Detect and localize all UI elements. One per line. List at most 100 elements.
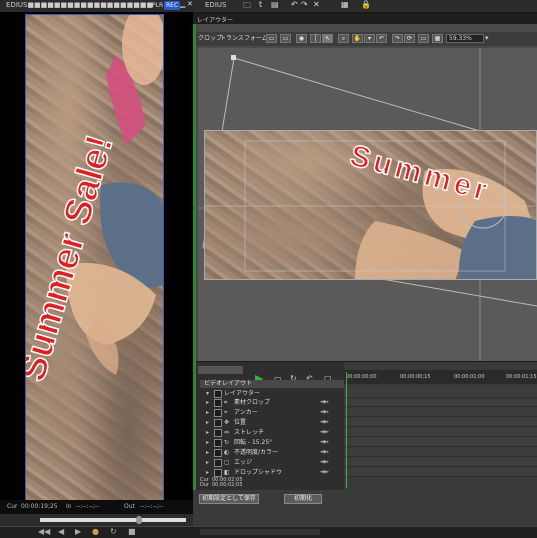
frame-icon[interactable]: ▭ [418,34,429,43]
reset-icon[interactable]: ⟳ [404,34,415,43]
video-layout-tab[interactable]: ビデオレイアウト [204,380,252,388]
player-timecode-bar: Cur 00:00:19;25 In --:--:--;-- Out --:--… [0,500,193,514]
grid-icon[interactable]: ▦ [432,34,443,43]
keyframe-nav-icon[interactable]: ◂◆▸ [320,418,329,427]
scrub-handle[interactable] [136,516,142,524]
minimize-icon[interactable]: ▁ [180,0,185,8]
zoom-icon[interactable]: ⌕ [338,34,349,43]
grid-icon[interactable]: ▦ [341,0,349,9]
save-as-default-button[interactable]: 初期設定として保存 [199,494,259,504]
ruler-tick-label: 00:00:00;00 [346,374,377,380]
redo-icon[interactable]: ↷ [392,34,403,43]
effect-row[interactable]: ▸ ◐ 不透明度/カラー ◂◆▸ [200,448,344,457]
expand-arrow-icon[interactable]: ▸ [206,408,209,417]
expand-arrow-icon[interactable]: ▸ [206,398,209,407]
film-icon[interactable]: ▤ [271,0,279,9]
select-cursor-icon[interactable]: ↖ [322,34,333,43]
keyframe-nav-icon[interactable]: ◂◆▸ [320,468,329,477]
tab-transform[interactable]: トランスフォーム [218,34,270,44]
enable-checkbox[interactable] [214,390,222,398]
effect-group-row[interactable]: ▾ レイアウター [200,389,344,398]
player-in-label: In [66,503,72,510]
view-mode-icon[interactable]: ▭ [266,34,277,43]
step-back-icon[interactable]: ◀ [58,527,64,536]
effect-row[interactable]: ▸ ✥ 位置 ◂◆▸ [200,418,344,427]
timeline-cursor[interactable] [346,372,347,488]
view-2d-icon[interactable]: │ [310,34,321,43]
pl-mode-button[interactable]: PLR [150,1,165,10]
stop-icon[interactable]: ■ [128,527,136,536]
window-title: レイアウター [197,17,234,24]
undo-icon[interactable]: ↶ [291,0,298,9]
enable-checkbox[interactable] [214,459,222,467]
expand-arrow-icon[interactable]: ▸ [206,468,209,477]
cut-icon[interactable]: ✕ [313,0,320,9]
keyframe-nav-icon[interactable]: ◂◆▸ [320,448,329,457]
keyframe-track[interactable] [344,389,537,398]
reset-button[interactable]: 初期化 [284,494,322,504]
keyframe-nav-icon[interactable]: ◂◆▸ [320,458,329,467]
keyframe-track[interactable] [344,468,537,477]
zoom-field[interactable]: 59.33% [446,34,484,43]
timeline-ruler[interactable]: 00:00:00;00 00:00:00;15 00:00:01;00 00:0… [344,370,537,384]
keyframe-nav-icon[interactable]: ◂◆▸ [320,408,329,417]
rec-mode-button[interactable]: REC [164,1,181,10]
loop-icon[interactable]: ↻ [110,527,117,536]
undo-icon[interactable]: ↶ [376,34,387,43]
keyframe-track[interactable] [344,458,537,467]
enable-checkbox[interactable] [214,409,222,417]
play-icon[interactable]: ▶ [75,527,81,536]
keyframe-track[interactable] [344,418,537,427]
keyframe-track[interactable] [344,398,537,407]
keyframe-nav-icon[interactable]: ◂◆▸ [320,398,329,407]
scrub-track[interactable] [40,518,186,522]
enable-checkbox[interactable] [214,439,222,447]
dur-label: Dur [200,482,210,488]
keyframe-nav-icon[interactable]: ◂◆▸ [320,438,329,447]
keyframe-track[interactable] [344,408,537,417]
collapse-arrow-icon[interactable]: ▾ [206,389,209,398]
enable-checkbox[interactable] [214,449,222,457]
effect-row[interactable]: ▸ ⌗ 素材クロップ ◂◆▸ [200,398,344,407]
expand-arrow-icon[interactable]: ▸ [206,458,209,467]
close-icon[interactable]: ✕ [187,0,193,8]
rewind-icon[interactable]: ◀◀ [38,527,50,536]
hand-icon[interactable]: ✋ [352,34,363,43]
text-tool-icon[interactable]: t [259,0,262,9]
layer-image[interactable]: Summer [204,130,537,280]
enable-checkbox[interactable] [214,399,222,407]
effect-row[interactable]: ▸ ↻ 回転 - 15.25° ◂◆▸ [200,438,344,447]
view-mode-icon[interactable]: ▭ [280,34,291,43]
keyframe-track[interactable] [344,448,537,457]
keyframe-nav-icon[interactable]: ◂◆▸ [320,428,329,437]
effect-row[interactable]: ▸ ⇔ ストレッチ ◂◆▸ [200,428,344,437]
lock-icon[interactable]: 🔒 [361,0,371,9]
keyframe-track[interactable] [344,428,537,437]
timeline-scrollbar[interactable] [200,529,320,535]
transport-bar: ◀◀ ◀ ▶ ● ↻ ■ [0,526,537,538]
layouter-canvas[interactable]: Summer [198,48,537,361]
expand-arrow-icon[interactable]: ▸ [206,438,209,447]
effects-slider[interactable] [198,366,243,374]
effect-label: ストレッチ [234,429,265,436]
view-3d-icon[interactable]: ◉ [296,34,307,43]
effect-row[interactable]: ▸ ◧ ドロップシャドウ ◂◆▸ [200,468,344,477]
zoom-dropdown-icon[interactable]: ▾ [485,34,489,42]
redo-icon[interactable]: ↷ [301,0,308,9]
effect-label: 不透明度/カラー [234,449,279,456]
enable-checkbox[interactable] [214,429,222,437]
folder-icon[interactable]: 🗀 [243,0,251,14]
player-scrub-bar[interactable] [0,514,193,526]
dur-value: 00:00:02;05 [212,482,243,488]
keyframe-track[interactable] [344,438,537,447]
fit-icon[interactable]: ▾ [364,34,375,43]
record-icon[interactable]: ● [92,527,99,536]
expand-arrow-icon[interactable]: ▸ [206,418,209,427]
effect-row[interactable]: ▸ ▢ エッジ ◂◆▸ [200,458,344,467]
player-cur-label: Cur [7,503,18,510]
expand-arrow-icon[interactable]: ▸ [206,448,209,457]
effect-row[interactable]: ▸ ⌖ アンカー ◂◆▸ [200,408,344,417]
expand-arrow-icon[interactable]: ▸ [206,428,209,437]
enable-checkbox[interactable] [214,419,222,427]
enable-checkbox[interactable] [214,469,222,477]
